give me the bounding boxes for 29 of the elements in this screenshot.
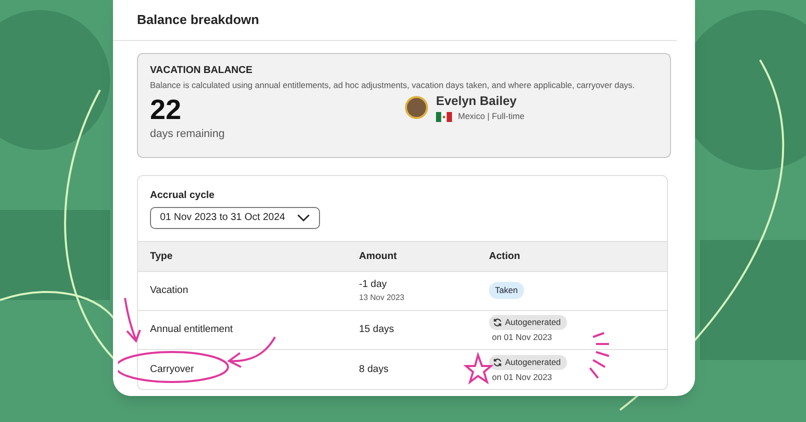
column-header: Amount — [359, 250, 397, 262]
balance-heading: VACATION BALANCE — [150, 64, 254, 78]
amount-date: 13 Nov 2023 — [359, 292, 406, 304]
employee-name: Evelyn Bailey — [436, 92, 518, 110]
chevron-down-icon — [297, 214, 310, 222]
action-note: on 01 Nov 2023 — [492, 331, 552, 344]
accrual-label: Accrual cycle — [150, 188, 216, 202]
column-header: Action — [489, 250, 520, 262]
panel-title: Balance breakdown — [137, 11, 260, 29]
action-note: on 01 Nov 2023 — [492, 370, 552, 384]
type-cell: Annual entitlement — [150, 324, 233, 335]
refresh-icon — [493, 318, 502, 328]
avatar — [405, 96, 428, 119]
mexico-flag-icon — [436, 112, 452, 122]
balance-description: Balance is calculated using annual entitlements, ad hoc adjustments, vacation days taken, and where applicable, carryover days. — [150, 78, 636, 92]
accrual-cycle-dropdown[interactable]: 01 Nov 2023 to 31 Oct 2024 — [150, 206, 320, 228]
type-cell: Carryover — [150, 364, 194, 374]
status-badge: Autogenerated — [489, 354, 567, 370]
amount-cell-text: 15 days — [359, 323, 396, 337]
type-cell: Vacation — [150, 285, 188, 296]
amount-cell-text: 8 days — [359, 362, 390, 376]
status-badge: Autogenerated — [489, 315, 567, 330]
refresh-icon — [493, 358, 502, 367]
employee-meta: Mexico | Full-time — [458, 110, 524, 123]
column-header: Type — [150, 250, 173, 262]
days-label: days remaining — [150, 126, 226, 142]
days-count: 22 — [150, 94, 182, 126]
amount-cell-text: -1 day — [359, 278, 388, 292]
status-badge: Taken — [489, 282, 524, 299]
